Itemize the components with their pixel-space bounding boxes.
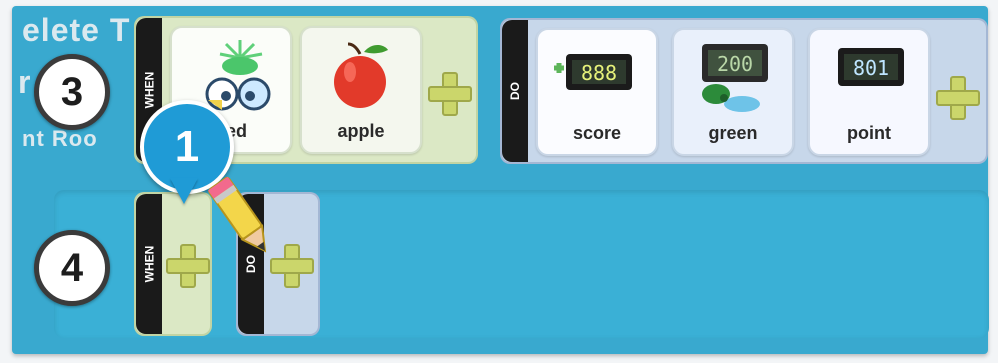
do-strip: DO (502, 20, 528, 162)
apple-label: apple (337, 121, 385, 141)
score-counter-icon: 888 (554, 54, 632, 90)
do-label: DO (508, 82, 522, 100)
pencil-icon[interactable] (194, 170, 290, 266)
add-do-action-plus-icon[interactable] (936, 76, 980, 120)
apple-tile[interactable]: apple (300, 26, 422, 154)
row-4-number: 4 (34, 230, 110, 306)
point-counter-icon: 801 (838, 48, 904, 86)
apple-icon (334, 42, 388, 108)
left-fragment-text: r (18, 64, 31, 100)
point-label: point (847, 123, 891, 143)
svg-text:801: 801 (853, 56, 889, 80)
when-label: WHEN (142, 245, 157, 283)
add-when-condition-plus-icon[interactable] (428, 72, 472, 116)
row-3-do-group[interactable]: DO 888 score 200 green 801 point (500, 18, 988, 164)
score-tile[interactable]: 888 score (536, 28, 658, 156)
score-label: score (572, 123, 622, 143)
green-label: green (708, 123, 758, 143)
row-3-number: 3 (34, 54, 110, 130)
when-strip: WHEN (136, 194, 162, 334)
header-fragment: elete T (22, 12, 131, 48)
point-tile[interactable]: 801 point (808, 28, 930, 156)
green-counter-icon: 200 (702, 44, 768, 112)
svg-text:200: 200 (717, 52, 753, 76)
green-tile[interactable]: 200 green (672, 28, 794, 156)
svg-text:888: 888 (581, 61, 617, 85)
sub-fragment-text: nt Roo (22, 126, 98, 151)
